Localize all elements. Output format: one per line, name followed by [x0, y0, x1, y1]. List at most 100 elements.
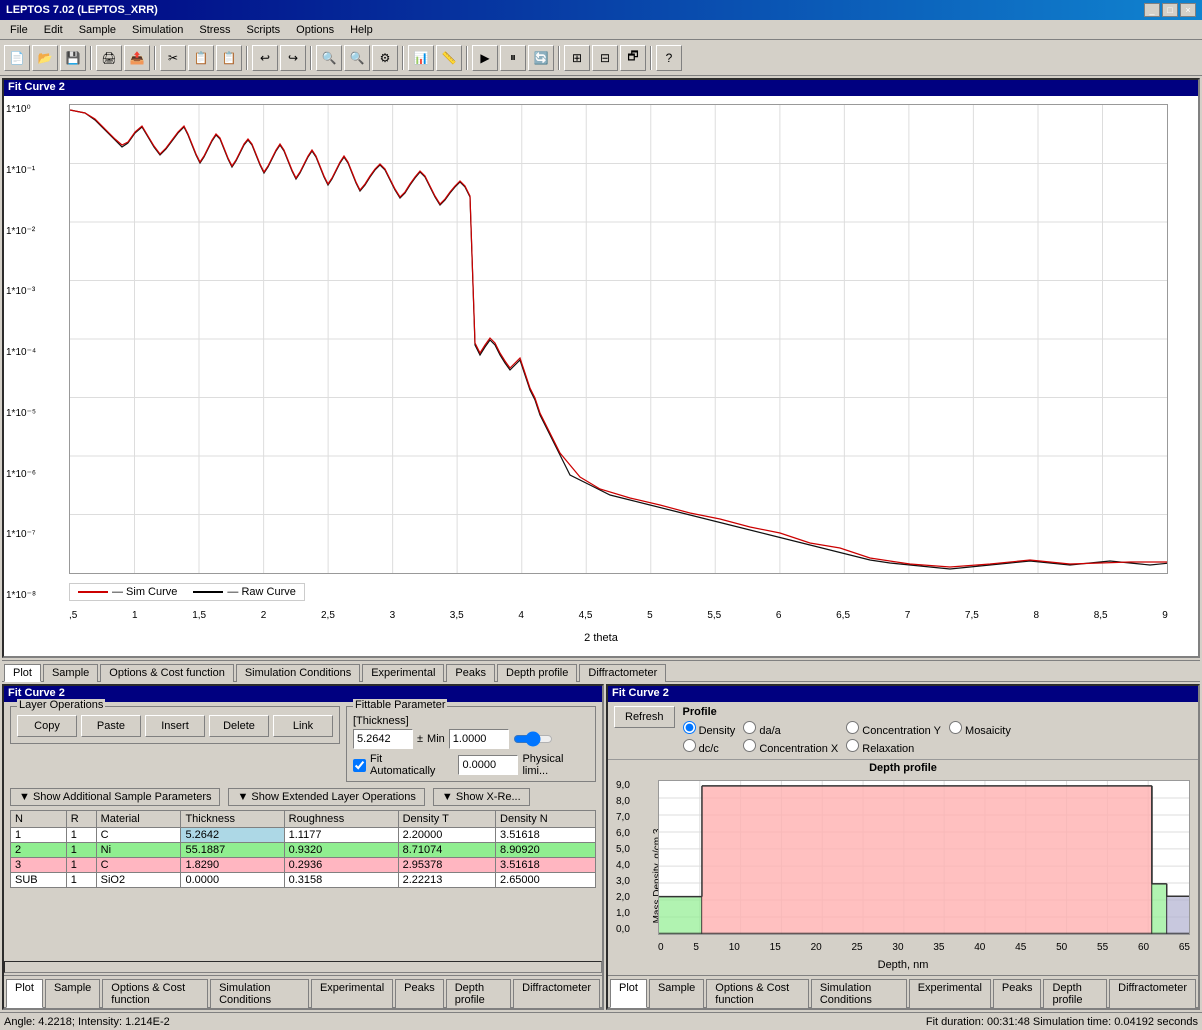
close-button[interactable]: × [1180, 3, 1196, 17]
menu-stress[interactable]: Stress [193, 23, 236, 37]
table-row[interactable]: 2 1 Ni 55.1887 0.9320 8.71074 8.90920 [11, 843, 596, 858]
table-row[interactable]: 1 1 C 5.2642 1.1177 2.20000 3.51618 [11, 828, 596, 843]
table-row[interactable]: SUB 1 SiO2 0.0000 0.3158 2.22213 2.65000 [11, 873, 596, 888]
title-bar-buttons[interactable]: _ □ × [1144, 3, 1196, 17]
toolbar-sep7 [558, 46, 560, 70]
right-tab-depth[interactable]: Depth profile [1043, 979, 1107, 1008]
toolbar-grid[interactable]: ⊞ [564, 45, 590, 71]
toolbar-play[interactable]: ▶ [472, 45, 498, 71]
x-d-45: 45 [1015, 942, 1026, 953]
toolbar-redo[interactable]: ↪ [280, 45, 306, 71]
radio-conc-x[interactable] [743, 739, 756, 752]
radio-mosaicity[interactable] [949, 721, 962, 734]
link-button[interactable]: Link [273, 715, 333, 737]
right-tab-plot[interactable]: Plot [610, 979, 647, 1008]
left-tab-depth[interactable]: Depth profile [446, 979, 511, 1008]
toolbar-help[interactable]: ? [656, 45, 682, 71]
tab-plot[interactable]: Plot [4, 664, 41, 682]
toolbar-chart[interactable]: 📊 [408, 45, 434, 71]
legend-raw-label: — Raw Curve [227, 586, 295, 598]
menu-simulation[interactable]: Simulation [126, 23, 189, 37]
paste-button[interactable]: Paste [81, 715, 141, 737]
tab-peaks[interactable]: Peaks [446, 664, 495, 682]
show-additional-btn[interactable]: ▼ Show Additional Sample Parameters [10, 788, 220, 806]
depth-profile-title: Depth profile [608, 760, 1198, 776]
maximize-button[interactable]: □ [1162, 3, 1178, 17]
left-tab-exp[interactable]: Experimental [311, 979, 393, 1008]
toolbar-export[interactable]: 📤 [124, 45, 150, 71]
menu-scripts[interactable]: Scripts [241, 23, 287, 37]
tab-experimental[interactable]: Experimental [362, 664, 444, 682]
top-controls: Layer Operations Copy Paste Insert Delet… [4, 702, 602, 786]
table-row[interactable]: 3 1 C 1.8290 0.2936 2.95378 3.51618 [11, 858, 596, 873]
x-axis-title: 2 theta [584, 632, 618, 644]
toolbar-grid2[interactable]: ⊟ [592, 45, 618, 71]
toolbar-copy[interactable]: 📋 [188, 45, 214, 71]
toolbar-print[interactable]: 🖨 [96, 45, 122, 71]
cell-n-1: 1 [11, 828, 67, 843]
toolbar-sep5 [402, 46, 404, 70]
toolbar-measure[interactable]: 📏 [436, 45, 462, 71]
menu-help[interactable]: Help [344, 23, 379, 37]
tab-options-cost[interactable]: Options & Cost function [100, 664, 234, 682]
fittable-value-input[interactable] [353, 729, 413, 749]
left-tab-sample[interactable]: Sample [45, 979, 100, 1008]
insert-button[interactable]: Insert [145, 715, 205, 737]
toolbar-cut[interactable]: ✂ [160, 45, 186, 71]
fit-auto-checkbox[interactable] [353, 759, 366, 772]
toolbar-refresh[interactable]: 🔄 [528, 45, 554, 71]
h-scrollbar[interactable] [4, 961, 602, 973]
radio-conc-y-label: Concentration Y [846, 721, 941, 737]
toolbar-zoom-out[interactable]: 🔍 [344, 45, 370, 71]
toolbar-undo[interactable]: ↩ [252, 45, 278, 71]
delete-button[interactable]: Delete [209, 715, 269, 737]
legend-sim-label: — Sim Curve [112, 586, 177, 598]
mid-controls: ▼ Show Additional Sample Parameters ▼ Sh… [4, 786, 602, 808]
toolbar-zoom-in[interactable]: 🔍 [316, 45, 342, 71]
refresh-button[interactable]: Refresh [614, 706, 675, 728]
show-x-ref-btn[interactable]: ▼ Show X-Re... [433, 788, 530, 806]
col-roughness: Roughness [284, 811, 398, 828]
cell-r-sub: 1 [66, 873, 96, 888]
radio-daa[interactable] [743, 721, 756, 734]
left-tab-peaks[interactable]: Peaks [395, 979, 444, 1008]
radio-dcc[interactable] [683, 739, 696, 752]
right-tab-sample[interactable]: Sample [649, 979, 704, 1008]
tab-depth-profile[interactable]: Depth profile [497, 664, 577, 682]
fittable-slider[interactable] [513, 731, 553, 747]
toolbar-new[interactable]: 📄 [4, 45, 30, 71]
menu-sample[interactable]: Sample [73, 23, 122, 37]
left-panel: Fit Curve 2 Layer Operations Copy Paste … [2, 684, 604, 1010]
left-tab-diff[interactable]: Diffractometer [513, 979, 600, 1008]
toolbar-pause[interactable]: ⏸ [500, 45, 526, 71]
left-tab-plot[interactable]: Plot [6, 979, 43, 1008]
toolbar-view[interactable]: 🗗 [620, 45, 646, 71]
menu-options[interactable]: Options [290, 23, 340, 37]
min-value2-input[interactable] [458, 755, 518, 775]
copy-button[interactable]: Copy [17, 715, 77, 737]
tab-sample[interactable]: Sample [43, 664, 98, 682]
toolbar-paste[interactable]: 📋 [216, 45, 242, 71]
radio-density[interactable] [683, 721, 696, 734]
right-tab-diff[interactable]: Diffractometer [1109, 979, 1196, 1008]
tab-diffractometer[interactable]: Diffractometer [579, 664, 666, 682]
toolbar-settings[interactable]: ⚙ [372, 45, 398, 71]
right-tab-sim[interactable]: Simulation Conditions [811, 979, 907, 1008]
right-tab-options[interactable]: Options & Cost function [706, 979, 809, 1008]
min-value-input[interactable] [449, 729, 509, 749]
menu-file[interactable]: File [4, 23, 34, 37]
radio-relaxation[interactable] [846, 739, 859, 752]
left-tab-sim[interactable]: Simulation Conditions [210, 979, 309, 1008]
y-d-6: 6,0 [616, 828, 630, 839]
toolbar-open[interactable]: 📂 [32, 45, 58, 71]
right-tab-exp[interactable]: Experimental [909, 979, 991, 1008]
left-tab-options[interactable]: Options & Cost function [102, 979, 208, 1008]
show-extended-btn[interactable]: ▼ Show Extended Layer Operations [228, 788, 424, 806]
minimize-button[interactable]: _ [1144, 3, 1160, 17]
x-d-30: 30 [892, 942, 903, 953]
toolbar-save[interactable]: 💾 [60, 45, 86, 71]
right-tab-peaks[interactable]: Peaks [993, 979, 1042, 1008]
tab-sim-conditions[interactable]: Simulation Conditions [236, 664, 360, 682]
radio-conc-y[interactable] [846, 721, 859, 734]
menu-edit[interactable]: Edit [38, 23, 69, 37]
